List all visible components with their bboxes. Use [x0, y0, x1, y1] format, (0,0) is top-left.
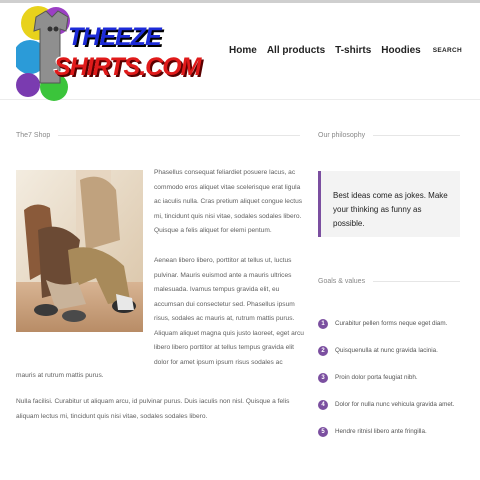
nav-hoodies[interactable]: Hoodies: [381, 45, 420, 56]
shop-section-title: The7 Shop: [16, 132, 300, 139]
list-item: 5 Hendre ritnisl libero ante fringilla.: [318, 418, 460, 445]
main-nav: Home All products T-shirts Hoodies SEARC…: [229, 45, 462, 56]
number-badge: 3: [318, 372, 328, 383]
nav-all-products[interactable]: All products: [267, 45, 325, 56]
site-header: THEEZE SHIRTS.COM Home All products T-sh…: [0, 3, 480, 101]
shop-paragraph-1: Phasellus consequat feliardiet posuere l…: [154, 169, 303, 234]
shop-title-text: The7 Shop: [16, 132, 51, 139]
shop-paragraph-2a: Aenean libero libero, porttitor at tellu…: [154, 257, 304, 366]
goal-text: Hendre ritnisl libero ante fringilla.: [335, 428, 427, 435]
goal-text: Quisquenulla at nunc gravida lacinia.: [335, 347, 438, 354]
goal-text: Proin dolor porta feugiat nibh.: [335, 374, 418, 381]
philosophy-quote-box: Best ideas come as jokes. Make your thin…: [318, 171, 460, 237]
philosophy-section-title: Our philosophy: [318, 132, 460, 139]
nav-search[interactable]: SEARCH: [433, 47, 462, 54]
goals-list: 1 Curabitur pellen forms neque eget diam.…: [318, 310, 460, 445]
goals-title-text: Goals & values: [318, 278, 366, 285]
goal-text: Curabitur pellen forms neque eget diam.: [335, 320, 448, 327]
number-badge: 1: [318, 318, 328, 329]
list-item: 1 Curabitur pellen forms neque eget diam.: [318, 310, 460, 337]
list-item: 3 Proin dolor porta feugiat nibh.: [318, 364, 460, 391]
logo-text-line2: SHIRTS.COM: [54, 53, 201, 81]
philosophy-title-text: Our philosophy: [318, 132, 366, 139]
list-item: 2 Quisquenulla at nunc gravida lacinia.: [318, 337, 460, 364]
site-logo[interactable]: THEEZE SHIRTS.COM: [16, 5, 201, 101]
nav-home[interactable]: Home: [229, 45, 257, 56]
divider: [58, 135, 300, 136]
goal-text: Dolor for nulla nunc vehicula gravida am…: [335, 401, 455, 408]
nav-t-shirts[interactable]: T-shirts: [335, 45, 371, 56]
divider: [373, 281, 460, 282]
list-item: 4 Dolor for nulla nunc vehicula gravida a…: [318, 391, 460, 418]
divider: [373, 135, 460, 136]
shop-paragraph-2b: mauris at rutrum mattis purus.: [16, 372, 104, 379]
number-badge: 2: [318, 345, 328, 356]
goals-section-title: Goals & values: [318, 278, 460, 285]
logo-text-line1: THEEZE: [68, 23, 162, 51]
couple-photo: [16, 170, 143, 332]
number-badge: 5: [318, 426, 328, 437]
number-badge: 4: [318, 399, 328, 410]
shop-paragraph-3: Nulla facilisi. Curabitur ut aliquam arc…: [16, 398, 290, 420]
philosophy-quote: Best ideas come as jokes. Make your thin…: [333, 191, 448, 228]
couple-photo-image: [16, 170, 143, 332]
